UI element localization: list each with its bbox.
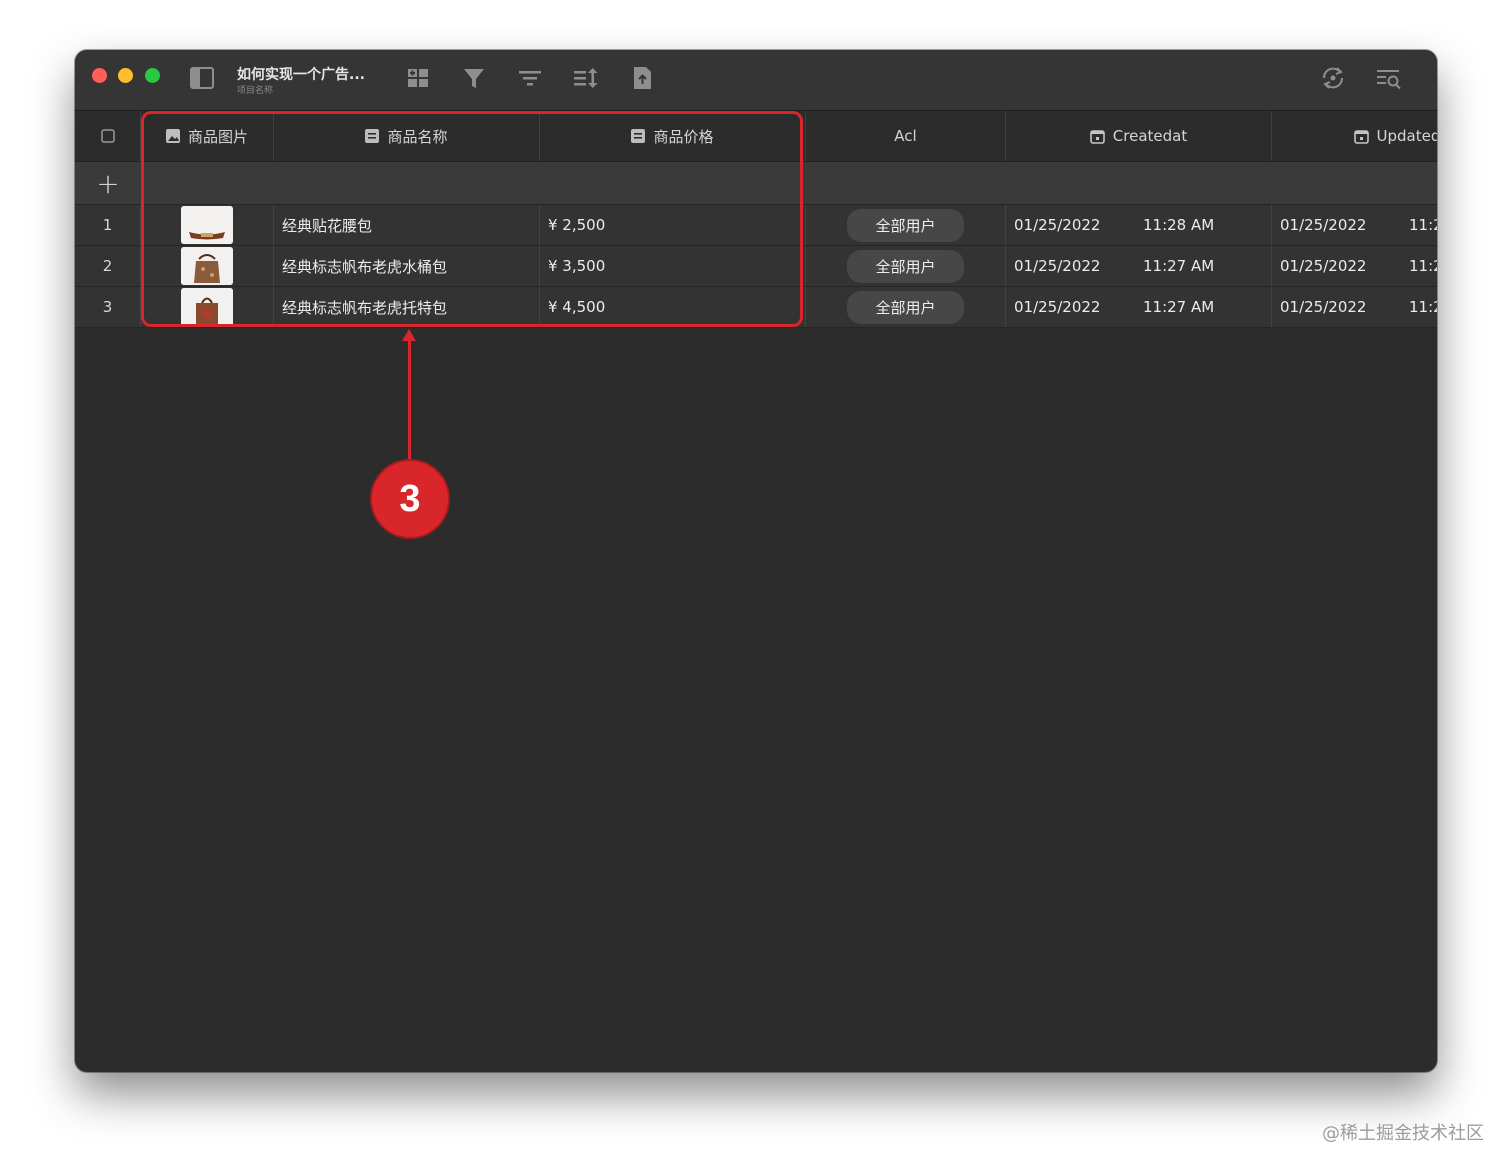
zoom-window-button[interactable] [145,68,160,83]
select-all-checkbox[interactable] [75,111,141,161]
column-label: Acl [894,127,917,145]
updatedat-cell[interactable]: 01/25/2022 11:2 [1272,246,1437,286]
acl-cell[interactable]: 全部用户 [806,246,1006,286]
watermark: @稀土掘金技术社区 [1322,1123,1484,1144]
sort-icon[interactable] [572,64,600,92]
close-window-button[interactable] [92,68,107,83]
title-bar: 如何实现一个广告... 项目名称 [75,50,1437,111]
callout-line [408,340,411,462]
calendar-icon [1089,129,1105,144]
acl-badge[interactable]: 全部用户 [847,208,964,242]
updated-date: 01/25/2022 [1280,257,1367,275]
createdat-cell[interactable]: 01/25/2022 11:27 AM [1006,246,1272,286]
project-title: 如何实现一个广告... [237,67,365,83]
group-icon[interactable] [516,64,544,92]
updatedat-cell[interactable]: 01/25/2022 11:2 [1272,287,1437,327]
column-label: Createdat [1112,127,1188,145]
calendar-icon [1353,129,1369,144]
column-label: Updatedat [1376,127,1437,145]
acl-badge[interactable]: 全部用户 [847,290,964,324]
updated-date: 01/25/2022 [1280,298,1367,316]
createdat-cell[interactable]: 01/25/2022 11:27 AM [1006,287,1272,327]
column-header-updatedat[interactable]: Updatedat [1272,111,1437,161]
created-time: 11:27 AM [1143,298,1215,316]
filter-icon[interactable] [460,64,488,92]
updated-time: 11:2 [1409,298,1437,316]
callout-number-badge: 3 [370,459,450,539]
column-header-acl[interactable]: Acl [806,111,1006,161]
search-list-icon[interactable] [1375,64,1403,92]
created-time: 11:28 AM [1143,216,1215,234]
created-time: 11:27 AM [1143,257,1215,275]
row-number: 2 [75,246,141,286]
project-subtitle: 项目名称 [237,86,274,96]
acl-badge[interactable]: 全部用户 [847,249,964,283]
created-date: 01/25/2022 [1014,298,1101,316]
updatedat-cell[interactable]: 01/25/2022 11:2 [1272,205,1437,245]
highlight-box [141,111,803,327]
acl-cell[interactable]: 全部用户 [806,287,1006,327]
row-number: 3 [75,287,141,327]
minimize-window-button[interactable] [118,68,133,83]
sidebar-toggle-icon[interactable] [188,64,216,92]
updated-time: 11:2 [1409,257,1437,275]
refresh-icon[interactable] [1319,64,1347,92]
add-row-button[interactable]: + [75,162,141,204]
column-header-createdat[interactable]: Createdat [1006,111,1272,161]
row-number: 1 [75,205,141,245]
updated-time: 11:2 [1409,216,1437,234]
updated-date: 01/25/2022 [1280,216,1367,234]
add-column-icon[interactable] [404,64,432,92]
created-date: 01/25/2022 [1014,216,1101,234]
acl-cell[interactable]: 全部用户 [806,205,1006,245]
created-date: 01/25/2022 [1014,257,1101,275]
export-icon[interactable] [628,64,656,92]
createdat-cell[interactable]: 01/25/2022 11:28 AM [1006,205,1272,245]
